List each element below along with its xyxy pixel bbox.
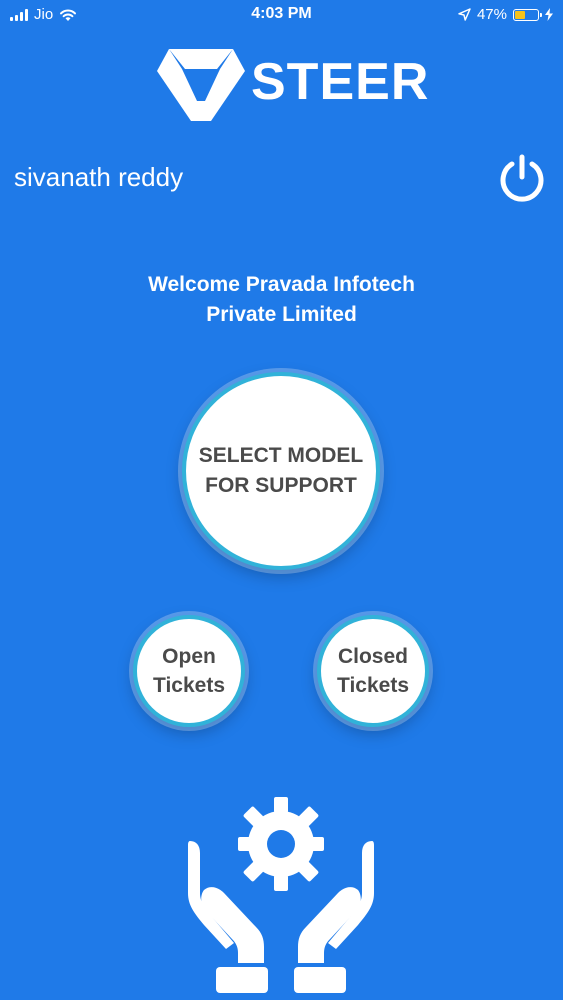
select-model-line-1: SELECT MODEL: [198, 444, 364, 467]
closed-tickets-line-1: Closed: [337, 645, 408, 668]
welcome-line-2: Private Limited: [206, 303, 357, 326]
select-model-button[interactable]: SELECT MODEL FOR SUPPORT: [182, 372, 380, 570]
hands-gear-icon: [188, 797, 374, 993]
location-icon: [458, 8, 471, 21]
username: sivanath reddy: [14, 162, 184, 192]
steer-logo-icon: [157, 49, 245, 121]
power-button[interactable]: [497, 153, 547, 203]
status-bar: Jio 4:03 PM 47%: [0, 0, 563, 30]
closed-tickets-line-2: Tickets: [337, 674, 409, 697]
closed-tickets-button[interactable]: Closed Tickets: [317, 615, 429, 727]
welcome-message: Welcome Pravada Infotech Private Limited: [80, 270, 483, 330]
logo-text: STEER: [251, 53, 430, 111]
select-model-line-2: FOR SUPPORT: [205, 474, 357, 497]
battery-percent: 47%: [476, 6, 507, 23]
battery-fill: [515, 10, 525, 19]
welcome-line-1: Welcome Pravada Infotech: [148, 273, 415, 296]
open-tickets-line-2: Tickets: [153, 674, 225, 697]
charging-icon: [545, 8, 553, 21]
open-tickets-line-1: Open: [162, 645, 216, 668]
battery-icon: [513, 8, 542, 21]
power-icon: [500, 154, 544, 202]
open-tickets-button[interactable]: Open Tickets: [133, 615, 245, 727]
status-right: 47%: [458, 6, 553, 23]
steer-logo: STEER: [155, 43, 429, 121]
